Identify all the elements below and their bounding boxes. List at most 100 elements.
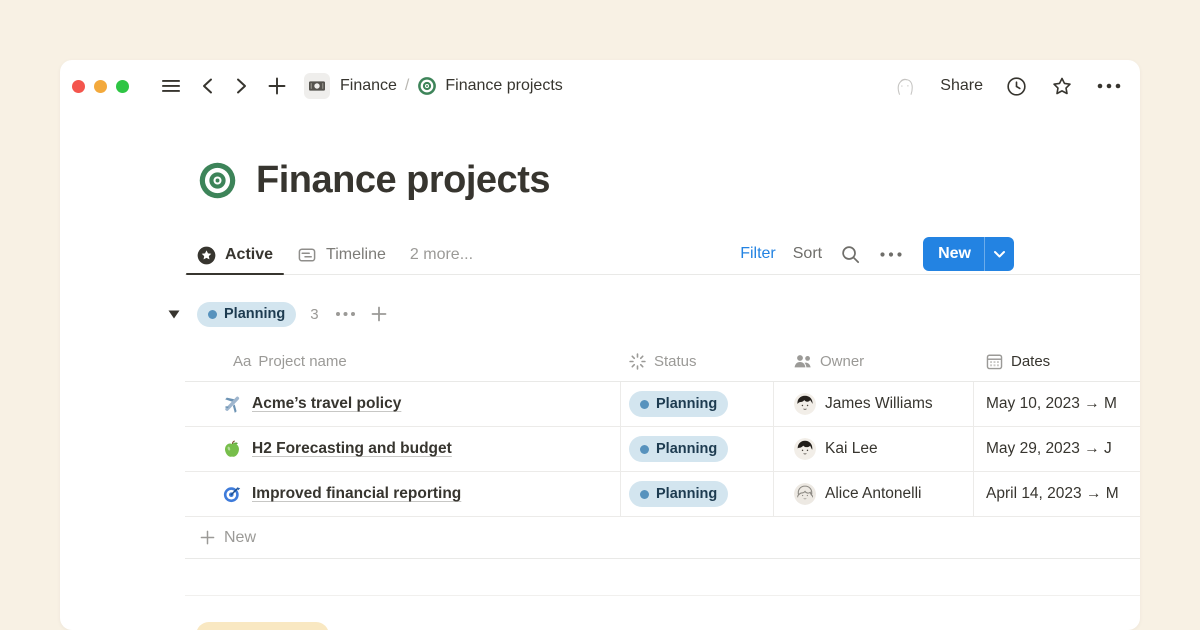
group-collapse-triangle-icon[interactable] [168,310,180,319]
calendar-icon [985,352,1004,371]
finance-banknote-icon[interactable] [304,73,330,99]
column-header-dates[interactable]: Dates [973,352,1140,371]
tab-active[interactable]: Active [185,236,285,274]
breadcrumb: Finance / Finance projects [340,76,563,96]
group-options-icon[interactable] [335,311,356,317]
section-divider [185,595,1140,596]
add-new-row-label: New [224,529,256,547]
status-dot [640,445,649,454]
dates-cell[interactable]: May 29, 2023 → J [973,427,1140,471]
owner-name: James Williams [825,395,933,413]
sort-button[interactable]: Sort [793,245,822,263]
project-name-link[interactable]: Acme’s travel policy [252,395,401,413]
text-type-icon: Aa [233,353,251,370]
james-williams-avatar [794,393,816,415]
airplane-icon [222,394,242,414]
new-button[interactable]: New [923,237,1014,271]
owner-name: Kai Lee [825,440,878,458]
project-name-cell[interactable]: H2 Forecasting and budget [185,427,620,471]
breadcrumb-current-link[interactable]: Finance projects [445,77,562,95]
owner-cell[interactable]: James Williams [773,382,973,426]
status-pill[interactable]: Planning [629,391,728,417]
dates-value: May 10, 2023 → M [986,395,1117,413]
forward-icon[interactable] [233,77,250,95]
next-group-pill[interactable] [196,622,329,630]
tab-active-label: Active [225,246,273,264]
zoom-window-button[interactable] [116,80,129,93]
tab-timeline-label: Timeline [326,246,386,264]
group-header-planning: Planning 3 [168,300,387,328]
page-title[interactable]: Finance projects [256,159,550,202]
updates-clock-icon[interactable] [1005,75,1028,98]
owner-name: Alice Antonelli [825,485,922,503]
minimize-window-button[interactable] [94,80,107,93]
project-name-link[interactable]: H2 Forecasting and budget [252,440,452,458]
status-label: Planning [656,441,717,457]
view-options-icon[interactable] [879,251,903,258]
status-spinner-icon [628,352,647,371]
table-row: H2 Forecasting and budget Planning Kai L… [185,427,1140,472]
new-page-icon[interactable] [267,76,287,96]
group-add-icon[interactable] [371,306,387,322]
project-name-cell[interactable]: Improved financial reporting [185,472,620,516]
status-dot [640,400,649,409]
add-new-row-button[interactable]: New [185,517,1140,559]
status-cell[interactable]: Planning [620,472,773,516]
alice-antonelli-avatar [794,483,816,505]
search-icon[interactable] [839,243,862,266]
project-name-link[interactable]: Improved financial reporting [252,485,461,503]
breadcrumb-separator: / [405,77,409,95]
favorite-star-icon[interactable] [1050,75,1074,98]
app-window: Finance / Finance projects Share [60,60,1140,630]
owner-cell[interactable]: Kai Lee [773,427,973,471]
dates-value: April 14, 2023 → M [986,485,1119,503]
new-button-chevron-down-icon[interactable] [985,237,1014,271]
status-cell[interactable]: Planning [620,382,773,426]
tab-timeline[interactable]: Timeline [285,236,398,274]
share-button[interactable]: Share [940,77,983,95]
tabs-more-link[interactable]: 2 more... [398,246,485,264]
project-name-cell[interactable]: Acme’s travel policy [185,382,620,426]
filter-button[interactable]: Filter [740,245,776,263]
new-button-label[interactable]: New [923,237,984,271]
owner-cell[interactable]: Alice Antonelli [773,472,973,516]
close-window-button[interactable] [72,80,85,93]
more-options-icon[interactable] [1096,82,1122,90]
sidebar-menu-icon[interactable] [160,75,182,97]
view-tabs-bar: Active Timeline 2 more... Filter Sort Ne… [185,236,1140,275]
column-label-project-name: Project name [258,353,346,370]
user-avatar[interactable] [892,73,918,99]
column-label-status: Status [654,353,697,370]
status-dot [208,310,217,319]
column-label-owner: Owner [820,353,864,370]
projects-table: Aa Project name Status Owner Dates [185,341,1140,559]
breadcrumb-parent-link[interactable]: Finance [340,77,397,95]
table-row: Improved financial reporting Planning Al… [185,472,1140,517]
status-label: Planning [656,396,717,412]
status-dot [640,490,649,499]
window-topbar: Finance / Finance projects Share [60,60,1140,112]
dates-cell[interactable]: May 10, 2023 → M [973,382,1140,426]
page-icon-target[interactable] [198,161,237,200]
green-apple-icon [222,439,242,459]
dates-cell[interactable]: April 14, 2023 → M [973,472,1140,516]
kai-lee-avatar [794,438,816,460]
table-row: Acme’s travel policy Planning James Will… [185,382,1140,427]
group-status-pill[interactable]: Planning [197,302,296,327]
status-pill[interactable]: Planning [629,481,728,507]
plus-icon [200,530,215,545]
group-status-label: Planning [224,306,285,322]
column-header-project-name[interactable]: Aa Project name [185,353,620,370]
blue-dart-icon [222,484,242,504]
column-label-dates: Dates [1011,353,1050,370]
status-cell[interactable]: Planning [620,427,773,471]
status-pill[interactable]: Planning [629,436,728,462]
dates-value: May 29, 2023 → J [986,440,1112,458]
table-header-row: Aa Project name Status Owner Dates [185,341,1140,382]
column-header-owner[interactable]: Owner [773,352,973,370]
people-icon [793,352,813,370]
group-count: 3 [310,306,318,323]
status-label: Planning [656,486,717,502]
back-icon[interactable] [199,77,216,95]
column-header-status[interactable]: Status [620,352,773,371]
